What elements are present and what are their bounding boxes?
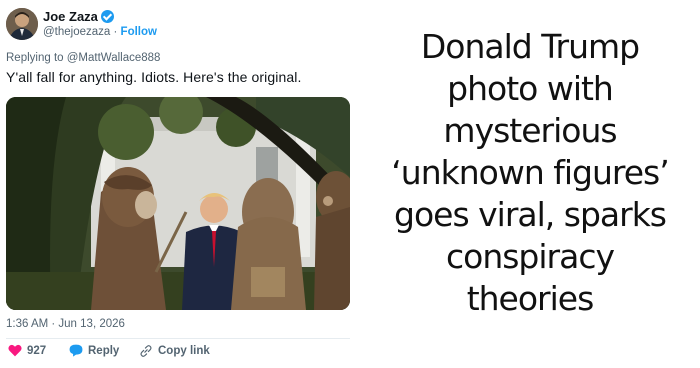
replying-to: Replying to @MattWallace888 [6, 52, 160, 64]
tweet-media-image[interactable] [6, 97, 350, 310]
like-button[interactable]: 927 [8, 344, 46, 357]
headline-line: conspiracy [445, 237, 615, 276]
reply-bubble-icon [69, 344, 83, 357]
headline: Donald Trump photo with mysterious ‘unkn… [372, 26, 688, 320]
handle-line: @thejoezaza · Follow [43, 26, 157, 38]
reply-button[interactable]: Reply [69, 344, 119, 357]
headline-line: ‘unknown figures’ [391, 153, 669, 192]
replying-to-mention[interactable]: @MattWallace888 [67, 52, 161, 64]
link-icon [140, 345, 152, 357]
like-count: 927 [27, 344, 47, 357]
author-handle[interactable]: @thejoezaza [43, 26, 110, 38]
headline-line: photo with [447, 69, 614, 108]
verified-badge-icon [100, 10, 114, 23]
photo-scene [6, 97, 350, 310]
tweet-text: Y'all fall for anything. Idiots. Here's … [6, 69, 302, 85]
handle-separator: · [110, 26, 121, 38]
tweet-card: Joe Zaza @thejoezaza · Follow Replying t… [0, 0, 357, 368]
replying-prefix: Replying to [6, 52, 67, 64]
headline-line: Donald Trump [420, 27, 640, 66]
heart-icon [8, 344, 22, 357]
author-name[interactable]: Joe Zaza [43, 9, 114, 24]
avatar[interactable] [6, 8, 38, 40]
divider [6, 338, 350, 339]
copy-link-label: Copy link [158, 345, 210, 357]
avatar-image [6, 8, 38, 40]
copy-link-button[interactable]: Copy link [139, 344, 210, 358]
reply-label: Reply [88, 344, 120, 357]
tweet-timestamp[interactable]: 1:36 AM · Jun 13, 2026 [6, 318, 125, 330]
headline-line: mysterious [443, 111, 617, 150]
headline-line: theories [466, 279, 595, 318]
headline-line: goes viral, sparks [394, 195, 667, 234]
follow-button[interactable]: Follow [121, 26, 157, 38]
author-name-text[interactable]: Joe Zaza [43, 9, 98, 24]
